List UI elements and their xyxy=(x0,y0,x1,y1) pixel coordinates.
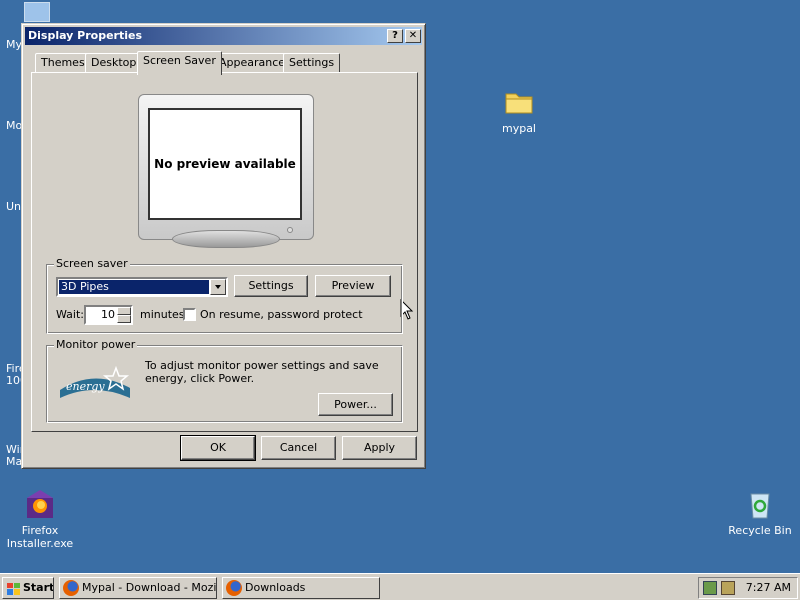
chevron-down-icon[interactable] xyxy=(210,279,226,295)
tab-settings[interactable]: Settings xyxy=(283,53,341,73)
windows-logo-icon xyxy=(7,582,20,595)
taskbar-item-downloads[interactable]: Downloads xyxy=(222,577,380,599)
desktop-icon-label: My xyxy=(6,38,23,51)
wait-value: 10 xyxy=(101,308,115,321)
desktop-icon-recycle-bin[interactable]: Recycle Bin xyxy=(720,488,800,537)
screensaver-select-value: 3D Pipes xyxy=(59,280,209,294)
desktop-icon-label: Recycle Bin xyxy=(728,524,792,537)
display-properties-window: Display Properties ? ✕ Themes Desktop Sc… xyxy=(21,23,426,469)
wait-minutes-spinner[interactable]: 10 xyxy=(84,305,133,325)
network-icon[interactable] xyxy=(703,581,717,595)
taskbar-item-label: Mypal - Download - Mozill... xyxy=(82,581,217,594)
energy-star-icon: energy xyxy=(56,365,133,400)
svg-text:energy: energy xyxy=(66,380,105,393)
tab-themes[interactable]: Themes xyxy=(35,53,91,73)
screen-saver-group: Screen saver 3D Pipes Settings Preview W… xyxy=(46,257,403,334)
window-title: Display Properties xyxy=(28,29,143,42)
folder-icon xyxy=(503,86,535,118)
start-button[interactable]: Start xyxy=(2,577,54,599)
ok-button[interactable]: OK xyxy=(180,435,256,461)
browser-icon xyxy=(226,580,242,596)
taskbar-item-mypal-download[interactable]: Mypal - Download - Mozill... xyxy=(59,577,217,599)
monitor-power-description: To adjust monitor power settings and sav… xyxy=(145,359,379,385)
monitor-power-group: Monitor power energy To adjust monitor p… xyxy=(46,338,403,423)
screensaver-select[interactable]: 3D Pipes xyxy=(56,277,228,297)
tab-screen-saver[interactable]: Screen Saver xyxy=(137,51,222,75)
desktop-icon-label: Firefox Installer.exe xyxy=(6,524,74,550)
taskbar-item-label: Downloads xyxy=(245,581,306,594)
cancel-button[interactable]: Cancel xyxy=(261,436,336,460)
password-protect-label: On resume, password protect xyxy=(200,308,363,321)
browser-icon xyxy=(63,580,79,596)
tab-desktop[interactable]: Desktop xyxy=(85,53,143,73)
screen-saver-legend: Screen saver xyxy=(54,257,130,270)
close-button[interactable]: ✕ xyxy=(405,29,421,43)
power-button[interactable]: Power... xyxy=(318,393,393,416)
desktop-icon-label: mypal xyxy=(501,122,536,135)
volume-icon[interactable] xyxy=(721,581,735,595)
minutes-label: minutes xyxy=(140,308,185,321)
my-computer-icon xyxy=(24,2,50,22)
window-titlebar[interactable]: Display Properties ? ✕ xyxy=(25,27,422,45)
start-label: Start xyxy=(23,581,54,594)
recycle-bin-icon xyxy=(744,488,776,520)
monitor-power-legend: Monitor power xyxy=(54,338,138,351)
desktop-icon-firefox-installer[interactable]: Firefox Installer.exe xyxy=(0,488,80,550)
clock[interactable]: 7:27 AM xyxy=(746,581,791,595)
firefox-installer-icon xyxy=(24,488,56,520)
desktop-icon-mypal[interactable]: mypal xyxy=(479,86,559,135)
spin-up-icon[interactable] xyxy=(117,307,131,315)
screensaver-settings-button[interactable]: Settings xyxy=(234,275,308,297)
tab-appearance[interactable]: Appearance xyxy=(213,53,292,73)
password-protect-checkbox[interactable] xyxy=(183,308,196,321)
screensaver-preview-button[interactable]: Preview xyxy=(315,275,391,297)
taskbar: Start Mypal - Download - Mozill... Downl… xyxy=(0,573,800,600)
apply-button[interactable]: Apply xyxy=(342,436,417,460)
help-button[interactable]: ? xyxy=(387,29,403,43)
spin-down-icon[interactable] xyxy=(117,315,131,323)
wait-label: Wait: xyxy=(56,308,84,321)
system-tray: 7:27 AM xyxy=(698,577,798,599)
